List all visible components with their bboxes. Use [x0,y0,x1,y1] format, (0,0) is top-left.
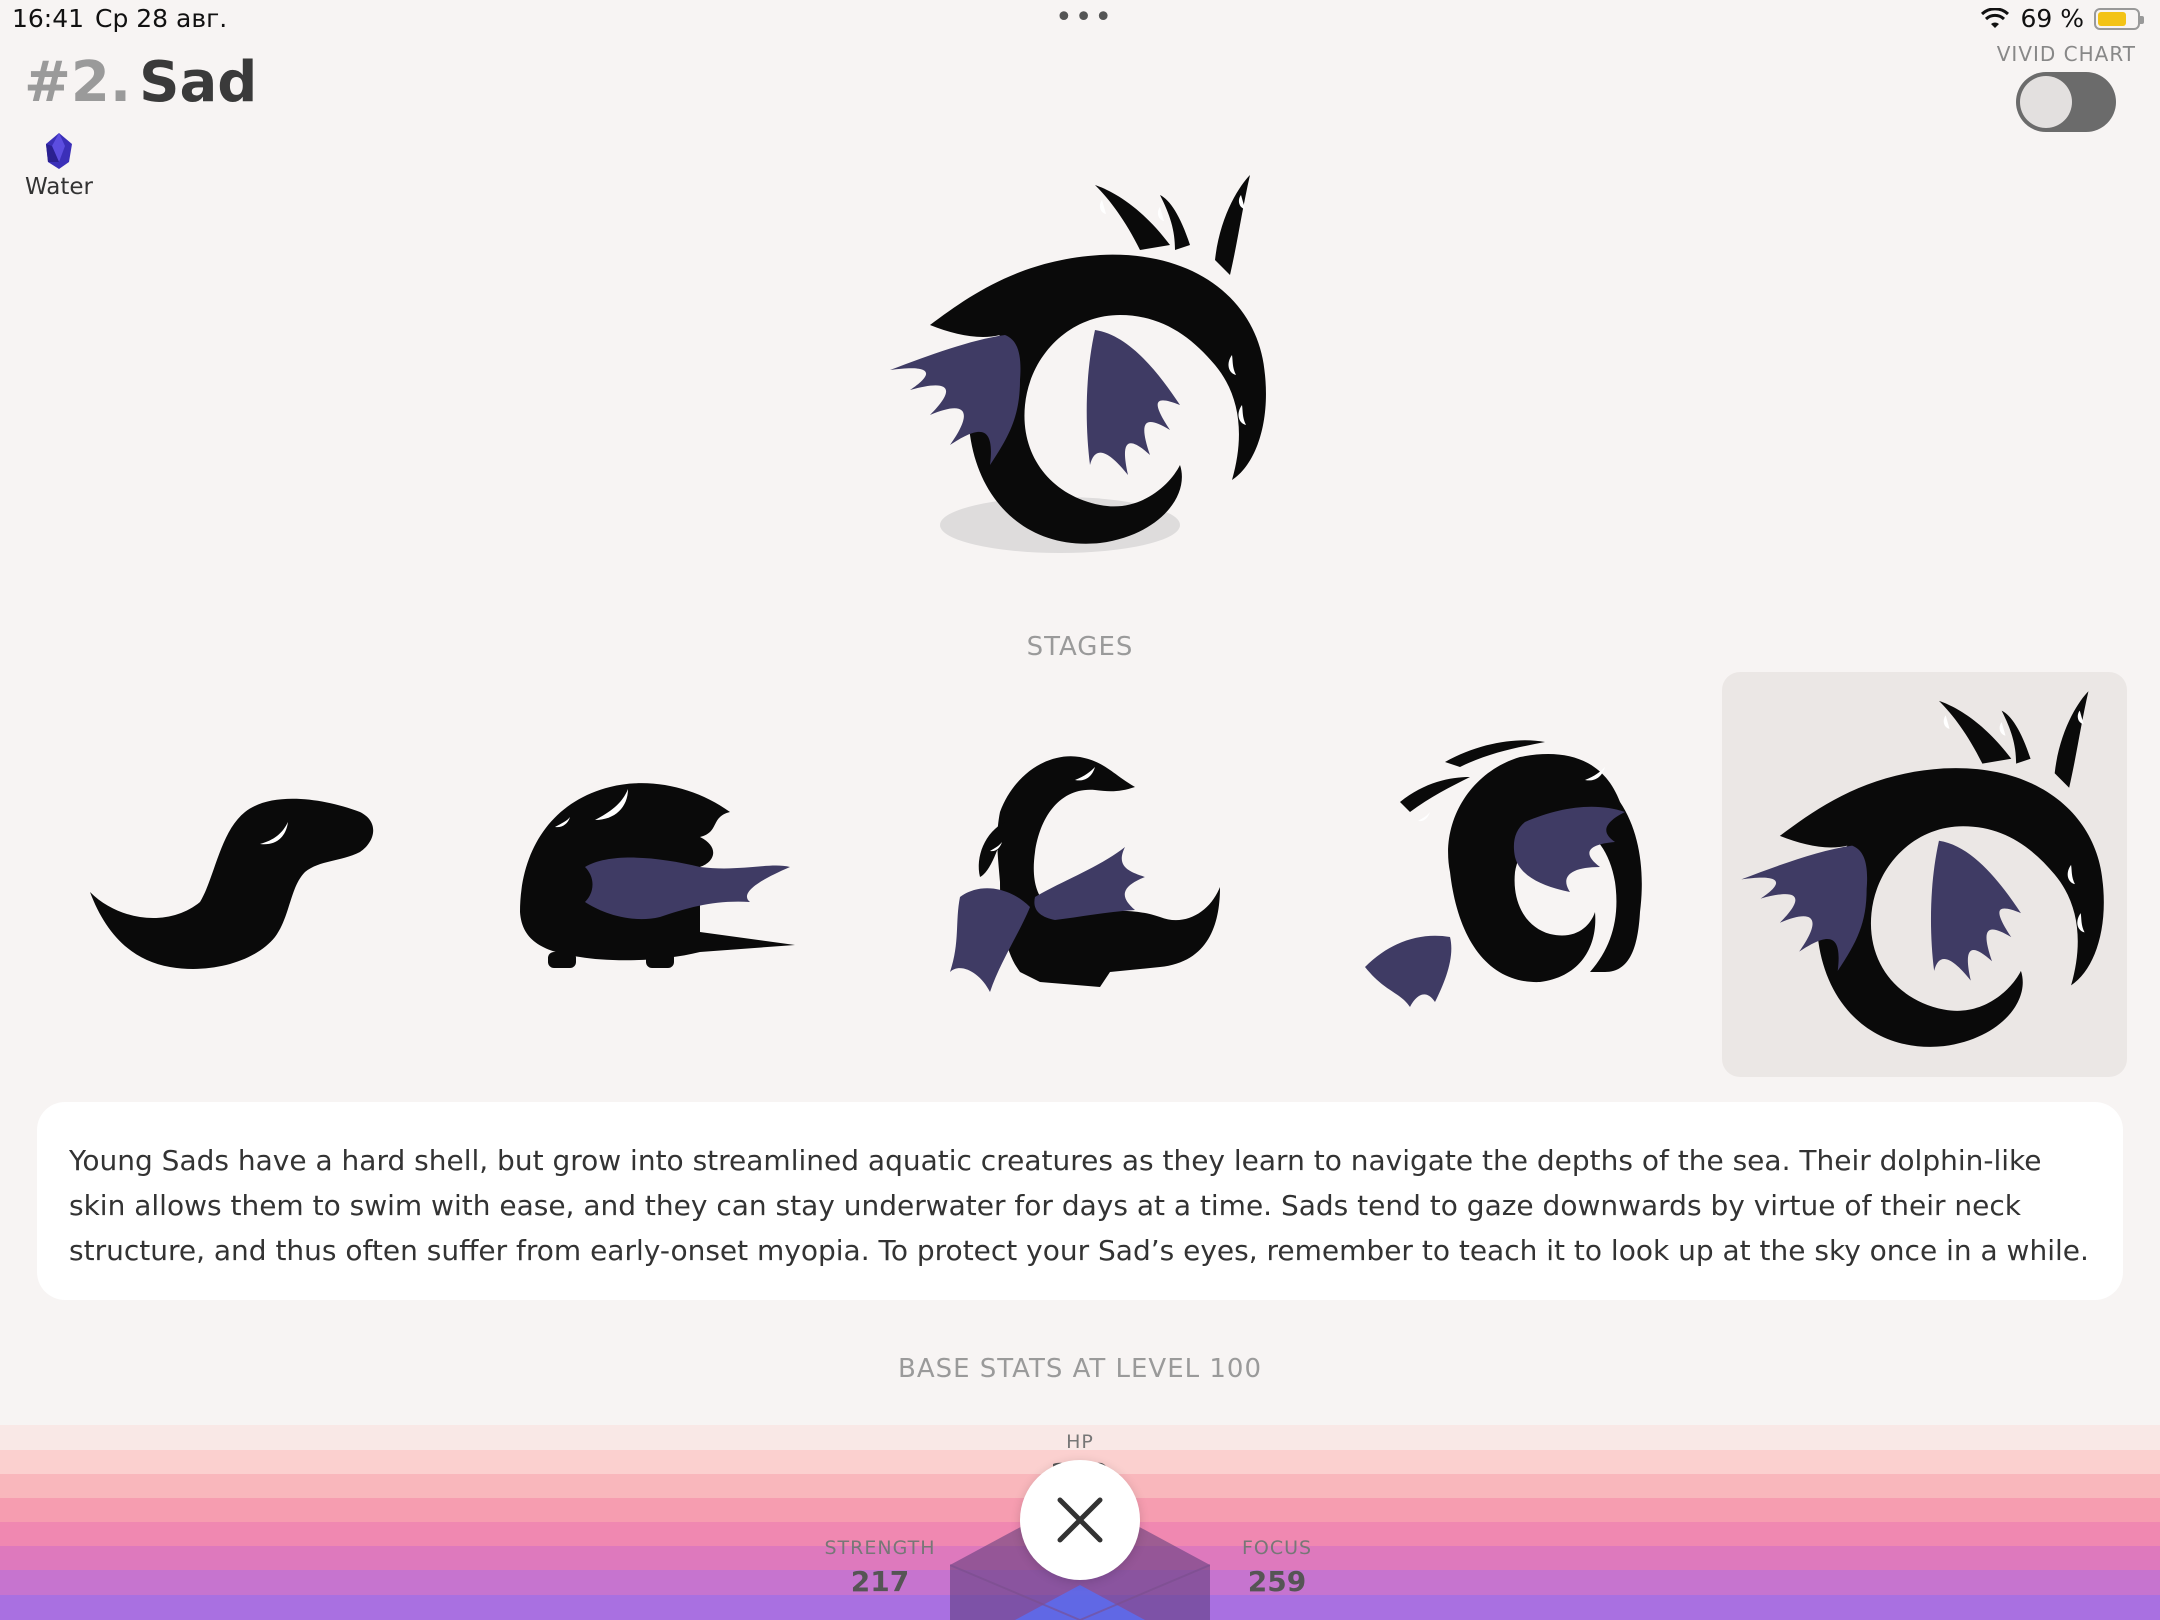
stage-5-creature-image [1741,691,2104,1047]
status-time: 16:41 [12,4,85,33]
stage-1[interactable] [60,672,465,1077]
description-card: Young Sads have a hard shell, but grow i… [37,1102,2123,1300]
status-right: 69 % [1980,4,2144,33]
creature-number: #2. [24,50,132,115]
battery-icon [2094,7,2144,30]
stat-hp-label: HP [1066,1431,1094,1453]
element-badge[interactable]: Water [24,132,94,200]
base-stats-heading: BASE STATS AT LEVEL 100 [897,1354,1263,1384]
wifi-icon [1981,7,2010,28]
description-text: Young Sads have a hard shell, but grow i… [69,1144,2089,1267]
stat-strength-value: 217 [850,1565,910,1598]
stage-5[interactable] [1722,672,2127,1077]
stages-heading: STAGES [1026,632,1134,662]
stage-3-creature-image [950,756,1220,992]
stage-4-creature-image [1365,740,1642,1007]
vivid-chart-toggle[interactable] [2016,72,2117,132]
page-title: #2. Sad [24,50,257,115]
stat-focus-value: 259 [1247,1565,1307,1598]
stage-1-creature-image [90,798,374,969]
creature-name: Sad [139,50,258,115]
multitasking-dots-icon[interactable]: ••• [1055,0,1114,35]
element-label: Water [25,174,93,200]
stages-row [60,672,2130,1077]
close-icon [1057,1497,1103,1543]
toggle-knob [2020,76,2073,128]
creature-hero-image [890,175,1266,553]
battery-percent: 69 % [2020,4,2084,33]
water-gem-icon [46,133,72,169]
close-button[interactable] [1020,1460,1140,1580]
stat-focus-label: FOCUS [1241,1537,1313,1559]
stage-2[interactable] [500,672,905,1077]
status-date: Ср 28 авг. [95,4,228,33]
status-bar: 16:41 Ср 28 авг. ••• 69 % [0,0,2160,40]
stage-4[interactable] [1340,672,1745,1077]
stat-strength-label: STRENGTH [824,1537,936,1559]
vivid-chart-control: VIVID CHART [1997,42,2136,132]
stage-3[interactable] [920,672,1325,1077]
vivid-chart-label: VIVID CHART [1996,42,2136,66]
stage-2-creature-image [520,783,795,968]
